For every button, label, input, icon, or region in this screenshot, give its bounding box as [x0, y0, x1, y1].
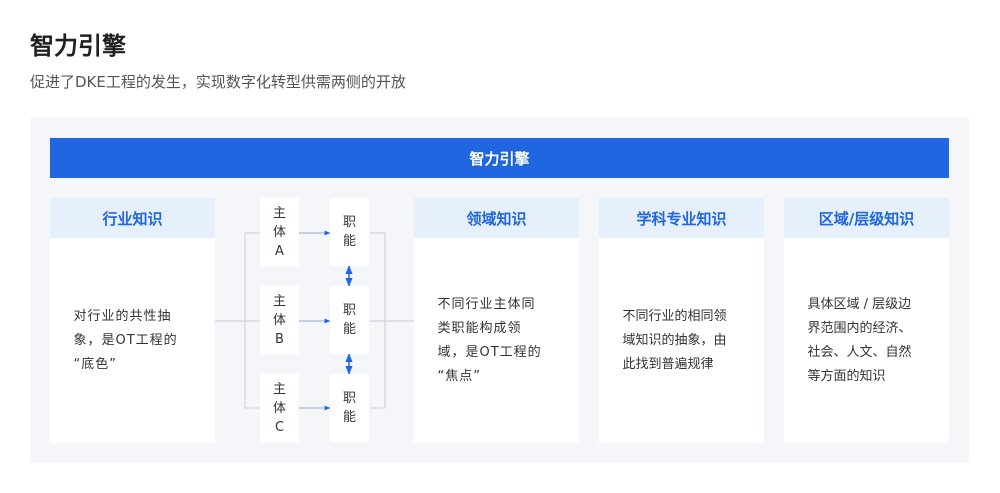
subject-a-box: 主 体 A	[260, 198, 299, 266]
card-body: 对行业的共性抽 象，是OT工程的 “底色”	[50, 238, 215, 443]
card-body: 不同行业的相同领 域知识的抽象，由 此找到普遍规律	[599, 238, 764, 443]
card-line: 对行业的共性抽	[73, 308, 172, 324]
card-line: 界范围内的经济、	[807, 320, 912, 336]
card-line: “底色”	[73, 356, 117, 372]
card-line: “焦点”	[437, 368, 481, 384]
card-domain-knowledge: 领域知识 不同行业主体同 类职能构成领 域，是OT工程的 “焦点”	[414, 198, 579, 443]
function-box-2: 职 能	[330, 286, 369, 354]
function-char: 能	[342, 410, 356, 425]
function-char: 职	[342, 391, 356, 406]
card-line: 象，是OT工程的	[73, 332, 178, 348]
card-line: 不同行业的相同领	[622, 308, 727, 324]
subject-char: B	[275, 331, 284, 347]
subject-char: A	[275, 243, 284, 259]
card-regional-knowledge: 区域/层级知识 具体区域 / 层级边 界范围内的经济、 社会、人文、自然 等方面…	[784, 198, 949, 443]
subject-b-box: 主 体 B	[260, 286, 299, 354]
card-head: 学科专业知识	[599, 198, 764, 238]
subject-char: 主	[272, 381, 286, 397]
engine-bar: 智力引擎	[50, 138, 949, 178]
card-body: 不同行业主体同 类职能构成领 域，是OT工程的 “焦点”	[414, 238, 579, 443]
function-char: 能	[342, 322, 356, 337]
function-char: 能	[342, 234, 356, 249]
subject-char: C	[274, 419, 285, 435]
subject-char: 体	[272, 312, 286, 328]
function-char: 职	[342, 303, 356, 318]
card-line: 类职能构成领	[437, 320, 522, 336]
subject-char: 体	[272, 400, 286, 416]
card-line: 此找到普遍规律	[622, 356, 714, 372]
card-line: 社会、人文、自然	[807, 344, 912, 360]
subject-c-box: 主 体 C	[260, 374, 299, 442]
card-line: 域知识的抽象，由	[622, 332, 727, 348]
card-discipline-knowledge: 学科专业知识 不同行业的相同领 域知识的抽象，由 此找到普遍规律	[599, 198, 764, 443]
card-head: 区域/层级知识	[784, 198, 949, 238]
card-head: 领域知识	[414, 198, 579, 238]
function-box-1: 职 能	[330, 198, 369, 266]
function-box-3: 职 能	[330, 374, 369, 442]
subject-char: 主	[272, 293, 286, 309]
subject-char: 体	[272, 224, 286, 240]
card-body: 具体区域 / 层级边 界范围内的经济、 社会、人文、自然 等方面的知识	[784, 238, 949, 443]
card-line: 不同行业主体同	[437, 296, 536, 312]
card-head: 行业知识	[50, 198, 215, 238]
card-line: 等方面的知识	[807, 368, 886, 384]
card-line: 具体区域 / 层级边	[807, 296, 912, 312]
subject-char: 主	[272, 205, 286, 221]
function-char: 职	[342, 215, 356, 230]
card-industry-knowledge: 行业知识 对行业的共性抽 象，是OT工程的 “底色”	[50, 198, 215, 443]
card-line: 域，是OT工程的	[437, 344, 542, 360]
